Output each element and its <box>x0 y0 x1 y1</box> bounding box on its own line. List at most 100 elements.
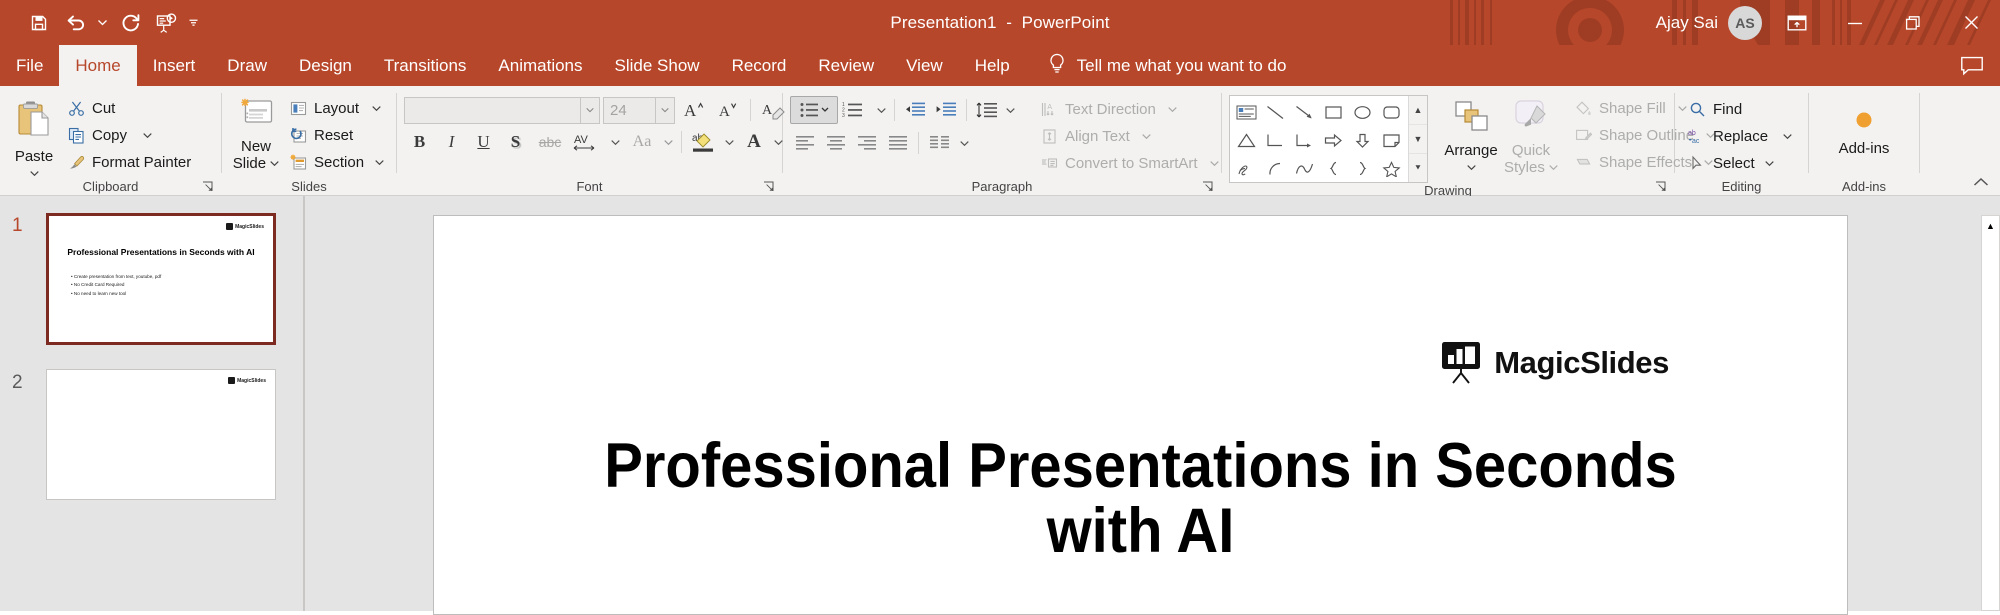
columns-button[interactable] <box>924 129 956 157</box>
decrease-font-size-button[interactable]: A <box>712 96 743 124</box>
shapes-gallery[interactable]: ▲ ▼ ⯆ <box>1229 95 1428 183</box>
shapes-scroll-down-icon[interactable]: ▼ <box>1409 125 1427 154</box>
shape-arc-shape[interactable] <box>1261 154 1290 182</box>
align-left-button[interactable] <box>790 129 820 157</box>
font-name-combobox[interactable] <box>404 96 600 124</box>
shape-rounded-rectangle-shape[interactable] <box>1377 98 1406 126</box>
section-button[interactable]: Section <box>283 149 390 175</box>
shape-oval-shape[interactable] <box>1348 98 1377 126</box>
strikethrough-button[interactable]: abc <box>532 128 568 156</box>
font-name-chevron-down-icon[interactable] <box>580 97 599 123</box>
tab-transitions[interactable]: Transitions <box>368 45 483 86</box>
increase-indent-button[interactable] <box>931 96 961 124</box>
avatar[interactable]: AS <box>1728 5 1762 40</box>
text-direction-button[interactable]: A Text Direction <box>1034 96 1225 122</box>
shape-curve-shape[interactable] <box>1290 154 1319 182</box>
format-painter-button[interactable]: Format Painter <box>61 149 197 175</box>
collapse-ribbon-icon[interactable] <box>1970 172 1992 192</box>
tab-review[interactable]: Review <box>802 45 890 86</box>
paste-chevron-down-icon[interactable] <box>29 165 39 177</box>
slide-thumbnail-2[interactable]: MagicSlides <box>46 369 276 500</box>
convert-to-smartart-button[interactable]: Convert to SmartArt <box>1034 150 1225 176</box>
smartart-chevron-down-icon[interactable] <box>1209 155 1219 172</box>
numbering-chevron-down-icon[interactable] <box>874 96 889 124</box>
shape-right-brace-shape[interactable] <box>1348 154 1377 182</box>
current-slide[interactable]: MagicSlides Professional Presentations i… <box>433 215 1848 615</box>
shape-left-brace-shape[interactable] <box>1319 154 1348 182</box>
bold-button[interactable]: B <box>404 128 435 156</box>
columns-chevron-down-icon[interactable] <box>957 129 972 157</box>
section-chevron-down-icon[interactable] <box>375 154 384 171</box>
shape-text-box-shape[interactable] <box>1232 98 1261 126</box>
shape-folded-corner-shape[interactable] <box>1377 126 1406 154</box>
align-right-button[interactable] <box>852 129 882 157</box>
redo-icon[interactable] <box>113 6 147 40</box>
select-button[interactable]: Select <box>1682 150 1798 176</box>
tab-home[interactable]: Home <box>59 45 137 86</box>
tell-me-search[interactable]: Tell me what you want to do <box>1026 45 1301 86</box>
line-spacing-button[interactable] <box>972 96 1002 124</box>
replace-button[interactable]: ab ac Replace <box>1682 123 1798 149</box>
align-text-chevron-down-icon[interactable] <box>1142 128 1151 145</box>
save-icon[interactable] <box>22 6 56 40</box>
text-highlight-color-button[interactable]: ab <box>687 128 721 156</box>
copy-chevron-down-icon[interactable] <box>143 127 152 144</box>
increase-font-size-button[interactable]: A <box>678 96 709 124</box>
paragraph-dialog-launcher-icon[interactable] <box>1201 180 1215 194</box>
shape-triangle-shape[interactable] <box>1232 126 1261 154</box>
change-case-button[interactable]: Aa <box>624 128 660 156</box>
shape-line-shape[interactable] <box>1261 98 1290 126</box>
undo-icon[interactable] <box>58 6 92 40</box>
decrease-indent-button[interactable] <box>900 96 930 124</box>
shapes-gallery-scrollbar[interactable]: ▲ ▼ ⯆ <box>1408 96 1427 182</box>
tab-design[interactable]: Design <box>283 45 368 86</box>
numbering-button[interactable]: 1 2 3 <box>839 96 873 124</box>
new-slide-button[interactable]: New Slide <box>229 93 283 172</box>
find-button[interactable]: Find <box>1682 96 1798 122</box>
shape-elbow-arrow-connector-shape[interactable] <box>1290 126 1319 154</box>
slide-vertical-scrollbar[interactable]: ▲ <box>1981 215 2000 611</box>
shape-right-arrow-shape[interactable] <box>1319 126 1348 154</box>
quick-styles-button[interactable]: Quick Styles <box>1504 95 1558 176</box>
reset-button[interactable]: Reset <box>283 122 390 148</box>
underline-button[interactable]: U <box>468 128 499 156</box>
shape-rectangle-shape[interactable] <box>1319 98 1348 126</box>
shape-arrow-shape[interactable] <box>1290 98 1319 126</box>
font-size-chevron-down-icon[interactable] <box>655 97 674 123</box>
shape-elbow-connector-shape[interactable] <box>1261 126 1290 154</box>
tab-view[interactable]: View <box>890 45 959 86</box>
slide-thumbnail-pane[interactable]: 1 MagicSlides Professional Presentations… <box>0 196 303 611</box>
tab-file[interactable]: File <box>0 45 59 86</box>
character-spacing-chevron-down-icon[interactable] <box>608 128 623 156</box>
line-spacing-chevron-down-icon[interactable] <box>1003 96 1018 124</box>
customize-qat-chevron-down-small-icon[interactable] <box>185 6 202 40</box>
minimize-icon[interactable] <box>1826 0 1884 45</box>
tab-animations[interactable]: Animations <box>482 45 598 86</box>
font-color-button[interactable]: A <box>738 128 770 156</box>
paste-button[interactable]: Paste <box>7 93 61 177</box>
shape-down-arrow-shape[interactable] <box>1348 126 1377 154</box>
tab-draw[interactable]: Draw <box>211 45 283 86</box>
close-icon[interactable] <box>1942 0 2000 45</box>
ribbon-display-icon[interactable] <box>1768 0 1826 45</box>
replace-chevron-down-icon[interactable] <box>1783 128 1792 145</box>
copy-button[interactable]: Copy <box>61 122 197 148</box>
shapes-scroll-up-icon[interactable]: ▲ <box>1409 96 1427 125</box>
shape-star-shape[interactable] <box>1377 154 1406 182</box>
clipboard-dialog-launcher-icon[interactable] <box>201 180 215 194</box>
arrange-button[interactable]: Arrange <box>1444 95 1498 171</box>
drawing-dialog-launcher-icon[interactable] <box>1654 180 1668 194</box>
new-slide-chevron-down-icon[interactable] <box>270 155 279 167</box>
highlight-chevron-down-icon[interactable] <box>722 128 737 156</box>
slideshow-icon[interactable] <box>149 6 183 40</box>
quick-styles-chevron-down-icon[interactable] <box>1549 159 1558 171</box>
layout-chevron-down-icon[interactable] <box>372 100 381 117</box>
slide-title[interactable]: Professional Presentations in Seconds wi… <box>573 434 1707 564</box>
tab-slide-show[interactable]: Slide Show <box>599 45 716 86</box>
text-shadow-button[interactable]: S <box>500 128 531 156</box>
addins-button[interactable]: Add-ins <box>1833 104 1896 157</box>
font-size-combobox[interactable]: 24 <box>603 96 675 124</box>
undo-dropdown-chevron-down-icon[interactable] <box>94 6 111 40</box>
character-spacing-button[interactable]: AV <box>569 128 607 156</box>
font-dialog-launcher-icon[interactable] <box>762 180 776 194</box>
